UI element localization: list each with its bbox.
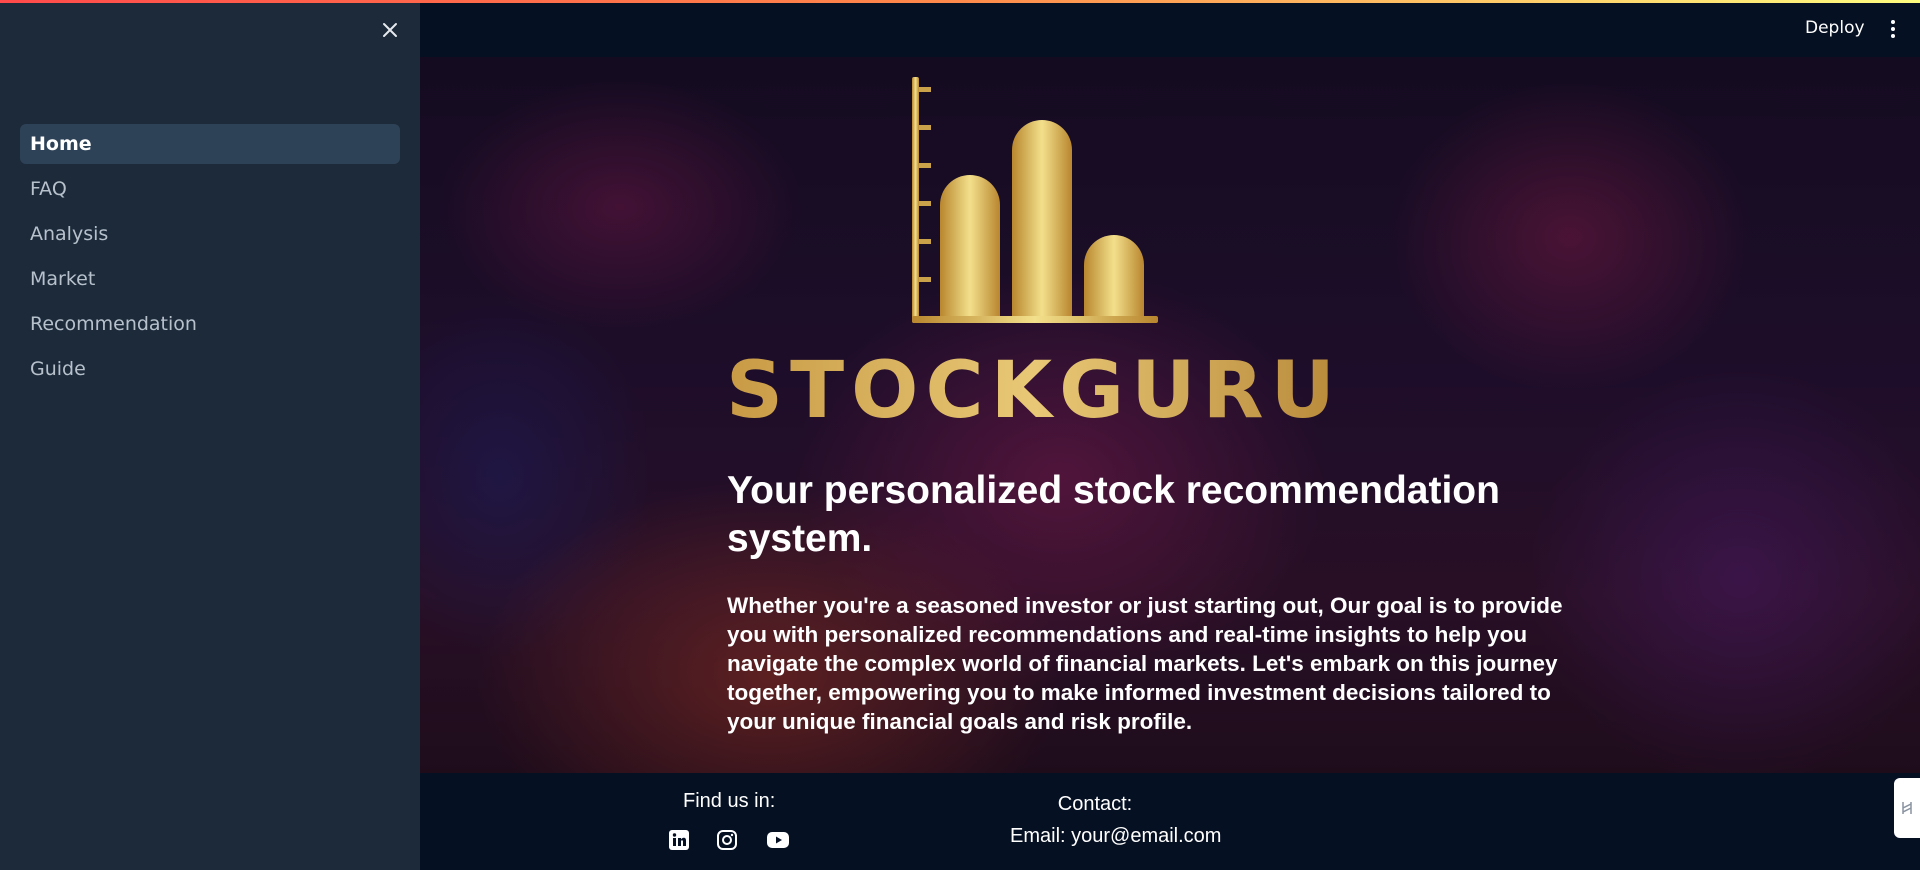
sidebar-nav: Home FAQ Analysis Market Recommendation … — [20, 124, 400, 394]
expand-widget-button[interactable] — [1894, 778, 1920, 838]
sidebar: Home FAQ Analysis Market Recommendation … — [0, 0, 421, 870]
contact-label: Contact: — [1057, 793, 1133, 815]
logo-wordmark: STOCKGURU — [728, 346, 1328, 435]
deploy-button[interactable]: Deploy — [1805, 18, 1865, 38]
sidebar-item-faq[interactable]: FAQ — [20, 169, 400, 209]
top-header — [420, 0, 1920, 57]
sidebar-item-market[interactable]: Market — [20, 259, 400, 299]
instagram-icon — [717, 830, 737, 850]
close-sidebar-button[interactable] — [378, 18, 402, 42]
stockguru-logo: STOCKGURU — [728, 75, 1328, 435]
hero-section: STOCKGURU Your personalized stock recomm… — [420, 57, 1920, 773]
sidebar-item-label: Guide — [30, 358, 86, 380]
top-decoration-bar — [0, 0, 1920, 3]
youtube-icon — [767, 832, 789, 848]
youtube-link[interactable] — [766, 829, 792, 855]
more-vertical-icon — [1891, 20, 1895, 38]
linkedin-icon — [669, 830, 689, 850]
hero-description: Whether you're a seasoned investor or ju… — [727, 593, 1563, 734]
contact-email[interactable]: Email: your@email.com — [1010, 825, 1221, 848]
sidebar-item-analysis[interactable]: Analysis — [20, 214, 400, 254]
sidebar-item-home[interactable]: Home — [20, 124, 400, 164]
resize-handle-icon — [1902, 802, 1912, 814]
footer: Find us in: Contact: Email: your@email.c… — [420, 773, 1920, 870]
sidebar-item-guide[interactable]: Guide — [20, 349, 400, 389]
sidebar-item-label: FAQ — [30, 178, 67, 200]
main-menu-button[interactable] — [1884, 18, 1902, 40]
linkedin-link[interactable] — [668, 829, 694, 855]
find-us-label: Find us in: — [683, 790, 776, 812]
sidebar-item-label: Home — [30, 133, 92, 155]
sidebar-item-recommendation[interactable]: Recommendation — [20, 304, 400, 344]
close-icon — [383, 23, 397, 37]
sidebar-item-label: Recommendation — [30, 313, 197, 335]
instagram-link[interactable] — [716, 829, 742, 855]
hero-headline: Your personalized stock recommendation s… — [727, 469, 1500, 560]
sidebar-item-label: Market — [30, 268, 96, 290]
sidebar-item-label: Analysis — [30, 223, 109, 245]
